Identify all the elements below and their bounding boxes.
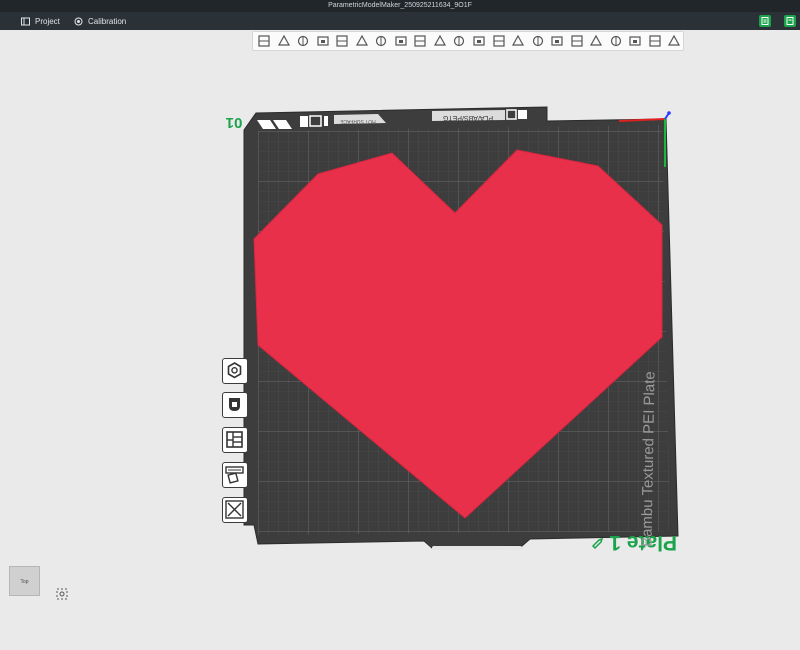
close-panel-button[interactable] <box>222 497 248 523</box>
calibration-label: Calibration <box>88 16 127 26</box>
measure-icon[interactable] <box>530 33 546 49</box>
variable-layer-icon[interactable] <box>588 33 604 49</box>
fuzzy-skin-icon[interactable] <box>569 33 585 49</box>
window-title-bar: ParametricModelMaker_250925211634_9O1F <box>0 0 800 12</box>
view-settings-icon[interactable] <box>666 33 682 49</box>
edit-plate-icon[interactable] <box>591 530 605 554</box>
view-cube-face: Top <box>20 579 29 585</box>
object-list-button[interactable] <box>222 462 248 488</box>
object-tool-button[interactable] <box>222 392 248 418</box>
sticker-material-text: PLA/ABS/PETG <box>443 114 493 121</box>
add-plate-icon[interactable] <box>276 33 292 49</box>
rotate-icon[interactable] <box>373 33 389 49</box>
color-paint-icon[interactable] <box>608 33 624 49</box>
calibration-tab[interactable]: Calibration <box>74 12 126 30</box>
project-icon <box>21 17 30 26</box>
cut-icon[interactable] <box>432 33 448 49</box>
sticker-hot-surface: HOT SURFACE <box>340 118 376 124</box>
calibration-icon <box>74 17 83 26</box>
outline-view-button[interactable] <box>222 358 248 384</box>
layout-icon <box>223 428 247 451</box>
auto-orient-icon[interactable] <box>295 33 311 49</box>
brim-ears-icon[interactable] <box>647 33 663 49</box>
object-list-icon <box>223 463 247 486</box>
build-plate-scene: HOT SURFACE PLA/ABS/PETG <box>243 106 679 550</box>
print-plate-icon[interactable] <box>784 15 796 27</box>
top-toolbar <box>252 31 684 51</box>
plate-number: 01 <box>225 114 243 131</box>
plate-label[interactable]: Plate 1 <box>567 527 677 557</box>
mesh-edit-icon[interactable] <box>627 33 643 49</box>
object-tool-icon <box>223 393 247 416</box>
plate-handle <box>432 546 522 550</box>
text-emboss-icon[interactable] <box>510 33 526 49</box>
seam-paint-icon[interactable] <box>491 33 507 49</box>
zoom-fit-icon[interactable] <box>56 587 68 600</box>
move-icon[interactable] <box>354 33 370 49</box>
close-panel-icon <box>223 498 247 521</box>
add-object-icon[interactable] <box>256 33 272 49</box>
project-label: Project <box>35 16 60 26</box>
boolean-icon[interactable] <box>451 33 467 49</box>
window-title: ParametricModelMaker_250925211634_9O1F <box>328 2 472 9</box>
assembly-icon[interactable] <box>549 33 565 49</box>
menu-bar: Project Calibration <box>0 12 800 30</box>
3d-viewport[interactable]: HOT SURFACE PLA/ABS/PETG Plate 1 01 Bamb… <box>0 50 800 600</box>
arrange-icon[interactable] <box>315 33 331 49</box>
split-icon[interactable] <box>334 33 350 49</box>
view-cube[interactable]: Top <box>9 566 40 596</box>
layout-button[interactable] <box>222 427 248 453</box>
scale-icon[interactable] <box>393 33 409 49</box>
outline-view-icon <box>223 359 247 382</box>
support-paint-icon[interactable] <box>471 33 487 49</box>
lay-on-face-icon[interactable] <box>412 33 428 49</box>
slice-plate-icon[interactable] <box>759 15 771 27</box>
project-tab[interactable]: Project <box>21 12 60 30</box>
